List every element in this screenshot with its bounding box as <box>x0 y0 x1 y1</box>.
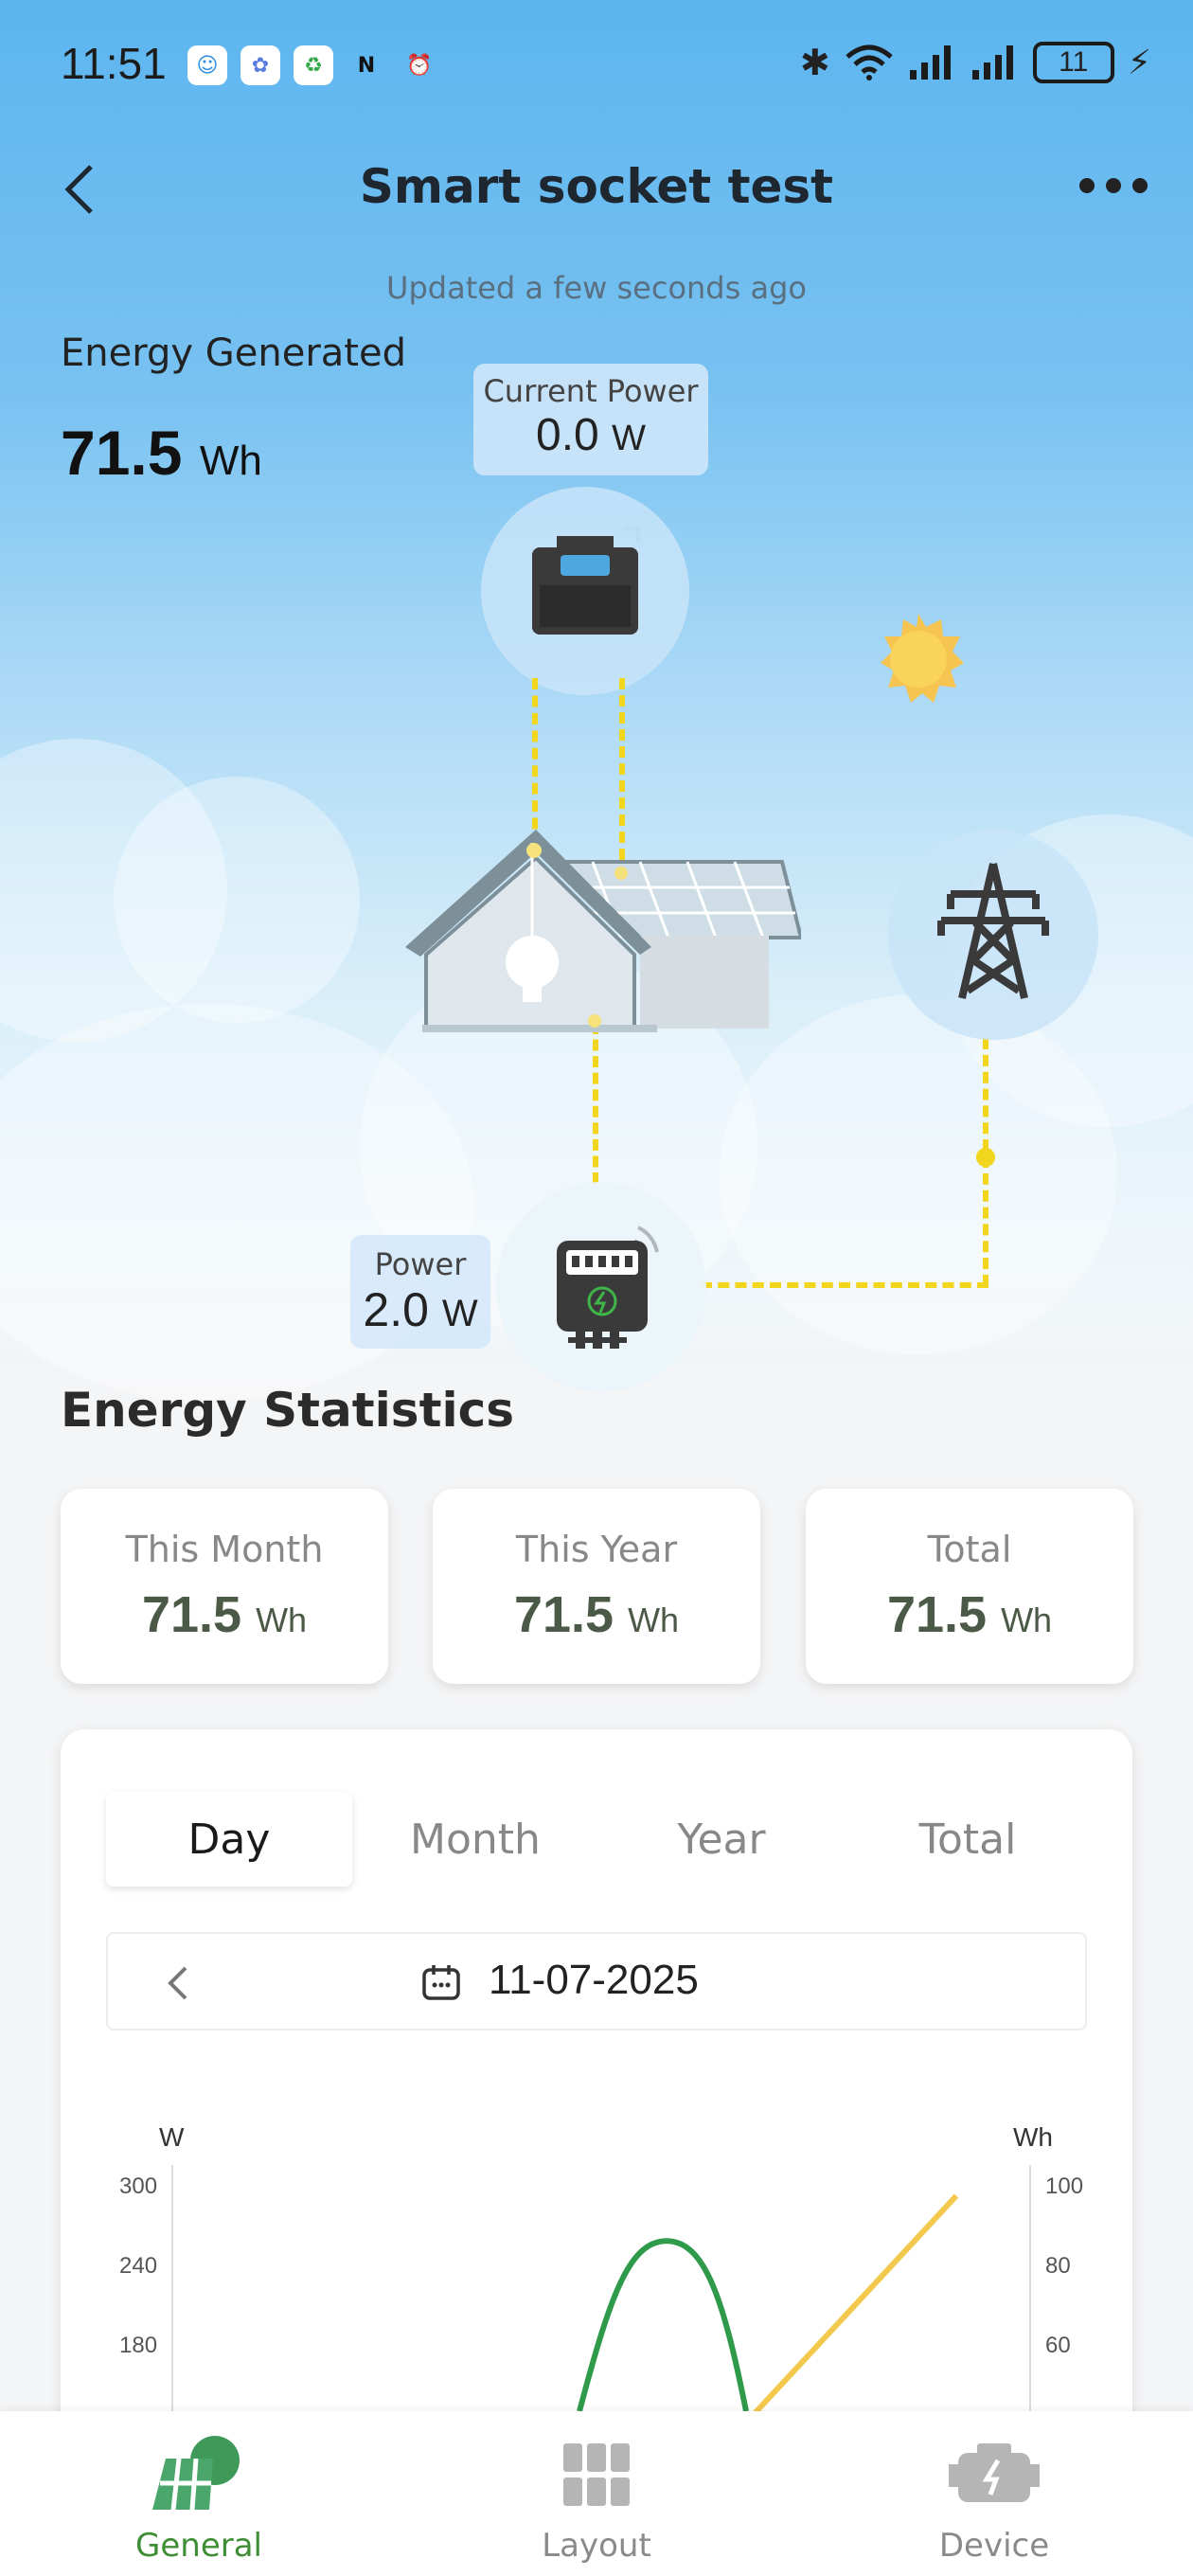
left-tick: 300 <box>119 2174 157 2199</box>
energy-statistics-title: Energy Statistics <box>61 1383 515 1438</box>
smart-meter-icon <box>557 1225 659 1349</box>
eco-app-icon: ♻ <box>294 45 333 85</box>
nav-device[interactable]: Device <box>899 2430 1089 2565</box>
page-title: Smart socket test <box>359 159 834 214</box>
meter-power-bubble: Power 2.0 W <box>350 1235 490 1349</box>
stat-card-this-year[interactable]: This Year 71.5 Wh <box>433 1489 760 1684</box>
wifi-icon <box>846 45 893 80</box>
current-power-label: Current Power <box>483 373 699 409</box>
tab-total[interactable]: Total <box>845 1792 1091 1887</box>
power-tower-icon <box>937 863 1049 999</box>
inverter-icon <box>532 527 640 635</box>
right-tick: 60 <box>1045 2333 1071 2358</box>
signal-icon-2 <box>971 45 1013 80</box>
stat-card-total[interactable]: Total 71.5 Wh <box>806 1489 1133 1684</box>
bluetooth-icon: ✱ <box>799 42 830 83</box>
battery-level: 11 <box>1059 46 1089 78</box>
period-tabs: Day Month Year Total <box>106 1792 1091 1887</box>
left-axis-unit: W <box>159 2127 185 2152</box>
nav-layout[interactable]: Layout <box>502 2430 691 2565</box>
top-nav: Smart socket test <box>0 142 1193 237</box>
meter-node[interactable] <box>496 1182 706 1392</box>
battery-icon: 11 <box>1032 42 1114 83</box>
tab-month[interactable]: Month <box>352 1792 598 1887</box>
date-selector: 11-07-2025 <box>106 1932 1087 2030</box>
cloud-app-icon: ✿ <box>240 45 280 85</box>
status-system-icons: ✱ 11 ⚡ <box>800 42 1151 83</box>
house-icon[interactable] <box>403 824 801 1042</box>
charging-icon: ⚡ <box>1127 43 1151 82</box>
stat-card-this-month[interactable]: This Month 71.5 Wh <box>61 1489 388 1684</box>
energy-line-chart: W Wh 300 240 180 100 80 60 <box>119 2127 1083 2411</box>
alarm-icon: ⏰ <box>406 53 433 78</box>
right-tick: 80 <box>1045 2253 1071 2279</box>
signal-icon <box>909 45 951 80</box>
right-tick: 100 <box>1045 2174 1083 2199</box>
stat-value: 71.5 Wh <box>141 1586 308 1643</box>
nav-general[interactable]: General <box>104 2430 294 2565</box>
current-power-bubble: Current Power 0.0 W <box>473 364 708 475</box>
status-app-icons: ☺ ✿ ♻ N ⏰ <box>187 45 439 85</box>
tab-day[interactable]: Day <box>106 1792 352 1887</box>
right-axis-unit: Wh <box>1013 2127 1053 2152</box>
updated-text: Updated a few seconds ago <box>386 270 807 306</box>
device-icon <box>949 2443 1040 2502</box>
previous-date-icon[interactable] <box>153 1957 201 2010</box>
meter-power-label: Power <box>374 1246 467 1282</box>
stat-label: This Year <box>515 1529 678 1570</box>
grid-node[interactable] <box>888 830 1098 1040</box>
layout-icon <box>563 2443 630 2506</box>
energy-series-line <box>753 2193 959 2411</box>
inverter-node[interactable] <box>481 487 689 695</box>
sun-icon <box>881 614 964 703</box>
tab-year[interactable]: Year <box>598 1792 845 1887</box>
nfc-icon: N <box>357 53 376 78</box>
status-time: 11:51 <box>61 39 167 88</box>
bottom-nav: General Layout Device <box>0 2411 1193 2576</box>
chat-app-icon: ☺ <box>187 45 227 85</box>
left-tick: 180 <box>119 2333 157 2358</box>
stat-label: This Month <box>125 1529 324 1570</box>
house-meter-line <box>593 1023 598 1184</box>
power-series-line <box>577 2238 749 2411</box>
stat-value: 71.5 Wh <box>513 1586 680 1643</box>
date-value[interactable]: 11-07-2025 <box>489 1957 699 2004</box>
nav-label-device: Device <box>938 2527 1050 2565</box>
nav-label-layout: Layout <box>542 2527 651 2565</box>
meter-power-value: 2.0 W <box>363 1283 478 1336</box>
solar-panel-icon <box>152 2436 240 2511</box>
current-power-value: 0.0 W <box>536 410 646 460</box>
energy-generated-label: Energy Generated <box>61 331 406 375</box>
calendar-icon[interactable] <box>420 1962 462 2004</box>
status-bar: 11:51 ☺ ✿ ♻ N ⏰ ✱ 11 ⚡ <box>0 0 1193 137</box>
stat-label: Total <box>927 1529 1012 1570</box>
meter-grid-line <box>701 1282 988 1288</box>
left-tick: 240 <box>119 2253 157 2279</box>
nav-label-general: General <box>135 2527 262 2565</box>
stat-value: 71.5 Wh <box>886 1586 1053 1643</box>
more-options-icon[interactable] <box>1079 178 1148 193</box>
energy-generated-value: 71.5 Wh <box>61 418 262 488</box>
flow-dot <box>976 1148 995 1167</box>
inverter-line-left <box>532 678 538 847</box>
